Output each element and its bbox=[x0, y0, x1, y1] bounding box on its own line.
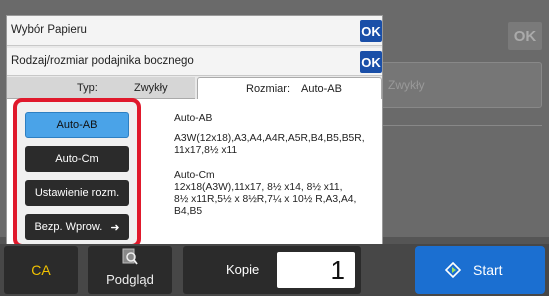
direct-entry-label: Bezp. Wprow. bbox=[34, 221, 103, 233]
auto-cm-desc-line1: 12x18(A3W),11x17, 8½ x14, 8½ x11, bbox=[174, 182, 343, 193]
direct-entry-button[interactable]: Bezp. Wprow. ➜ bbox=[25, 214, 129, 240]
ca-button[interactable]: CA bbox=[4, 246, 78, 294]
custom-size-button[interactable]: Ustawienie rozm. bbox=[25, 180, 129, 206]
auto-ab-desc-line2: 11x17,8½ x11 bbox=[174, 145, 238, 156]
auto-ab-desc-line1: A3W(12x18),A3,A4,A4R,A5R,B4,B5,B5R, bbox=[174, 133, 365, 144]
auto-ab-button[interactable]: Auto-AB bbox=[25, 112, 129, 138]
dialog-title: Wybór Papieru bbox=[11, 24, 87, 36]
paper-select-dialog: Wybór Papieru OK Rodzaj/rozmiar podajnik… bbox=[6, 15, 383, 248]
auto-cm-desc-line2: 8½ x11R,5½ x 8½R,7¼ x 10½ R,A3,A4, bbox=[174, 194, 357, 205]
preview-button[interactable]: Podgląd bbox=[88, 246, 172, 294]
auto-cm-desc-title: Auto-Cm bbox=[174, 170, 215, 181]
tab-size-value: Auto-AB bbox=[301, 82, 342, 95]
start-label: Start bbox=[473, 262, 503, 278]
tab-size[interactable]: Rozmiar: Auto-AB bbox=[197, 77, 382, 99]
auto-ab-desc-title: Auto-AB bbox=[174, 113, 213, 124]
auto-cm-button[interactable]: Auto-Cm bbox=[25, 146, 129, 172]
start-button[interactable]: Start bbox=[415, 246, 545, 294]
tab-type[interactable]: Typ: Zwykły bbox=[7, 77, 195, 99]
auto-cm-desc-line3: B4,B5 bbox=[174, 206, 203, 217]
copies-box: Kopie 1 bbox=[183, 246, 361, 294]
dialog-title-row: Wybór Papieru OK bbox=[7, 16, 382, 46]
background-ghost-text: Zwykły bbox=[388, 78, 425, 92]
highlight-frame: Auto-AB Auto-Cm Ustawienie rozm. Bezp. W… bbox=[13, 98, 141, 248]
tabs: Typ: Zwykły Rozmiar: Auto-AB bbox=[7, 77, 382, 99]
dialog-subtitle-row: Rodzaj/rozmiar podajnika bocznego OK bbox=[7, 48, 382, 76]
arrow-right-icon: ➜ bbox=[110, 221, 120, 234]
tab-type-label: Typ: bbox=[77, 81, 98, 94]
dialog-subtitle: Rodzaj/rozmiar podajnika bocznego bbox=[11, 55, 194, 67]
subtitle-ok-button[interactable]: OK bbox=[360, 51, 382, 73]
copies-field[interactable]: 1 bbox=[277, 252, 355, 288]
copies-label: Kopie bbox=[226, 262, 260, 277]
background-ok-button: OK bbox=[508, 22, 542, 50]
title-ok-button[interactable]: OK bbox=[360, 20, 382, 42]
tab-type-value: Zwykły bbox=[134, 81, 168, 94]
preview-icon bbox=[122, 248, 138, 265]
start-icon bbox=[445, 262, 461, 278]
tab-size-label: Rozmiar: bbox=[246, 82, 291, 95]
preview-label: Podgląd bbox=[106, 272, 154, 287]
background-box-2 bbox=[372, 102, 542, 126]
